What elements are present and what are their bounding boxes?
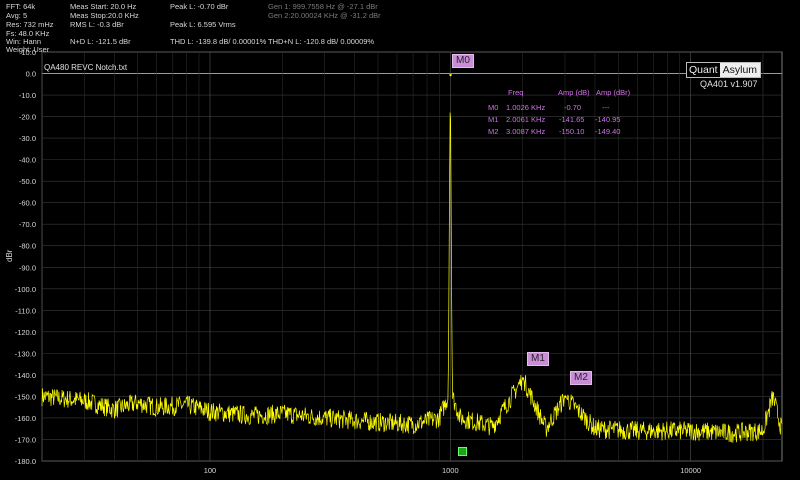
row-m1-freq: 2.0061 KHz xyxy=(506,115,546,124)
row-m1-amp-db: -141.65 xyxy=(559,115,585,124)
x-tick-label: 10000 xyxy=(680,466,701,475)
y-tick-label: -90.0 xyxy=(19,263,36,272)
marker-point-m1 xyxy=(521,377,525,380)
x-tick-label: 100 xyxy=(204,466,217,475)
y-tick-label: -170.0 xyxy=(15,435,36,444)
stat-rms-l: RMS L: -0.3 dBr xyxy=(70,20,124,29)
y-tick-label: -160.0 xyxy=(15,414,36,423)
stat-peak-l-dbr: Peak L: -0.70 dBr xyxy=(170,2,229,11)
y-tick-label: -110.0 xyxy=(15,306,36,315)
marker-tag-m0[interactable]: M0 xyxy=(452,54,474,68)
y-tick-label: -120.0 xyxy=(15,328,36,337)
stat-weight: Weight: User xyxy=(6,45,50,54)
row-m2-name: M2 xyxy=(488,127,499,136)
y-axis-ticks: 10.00.0-10.0-20.0-30.0-40.0-50.0-60.0-70… xyxy=(15,48,36,466)
row-m2-freq: 3.0087 KHz xyxy=(506,127,546,136)
stat-gen2: Gen 2:20.00024 KHz @ -31.2 dBr xyxy=(268,11,381,20)
header-amp-db: Amp (dB) xyxy=(558,88,590,97)
stat-avg: Avg: 5 xyxy=(6,11,28,20)
row-m2-amp-dbr: -149.40 xyxy=(595,127,621,136)
y-tick-label: 0.0 xyxy=(26,70,36,79)
spectrum-plot[interactable]: 10.00.0-10.0-20.0-30.0-40.0-50.0-60.0-70… xyxy=(0,0,800,480)
y-tick-label: -30.0 xyxy=(19,134,36,143)
y-tick-label: -10.0 xyxy=(19,91,36,100)
stat-peak-l-vrms: Peak L: 6.595 Vrms xyxy=(170,20,236,29)
plot-area xyxy=(41,51,783,462)
marker-tag-m1[interactable]: M1 xyxy=(527,352,549,366)
file-title: QA480 REVC Notch.txt xyxy=(44,63,128,72)
row-m0-freq: 1.0026 KHz xyxy=(506,103,546,112)
marker-point-m2 xyxy=(564,395,567,398)
stat-gen1: Gen 1: 999.7558 Hz @ -27.1 dBr xyxy=(268,2,378,11)
brand-quant: Quant xyxy=(687,63,720,77)
y-tick-label: -50.0 xyxy=(19,177,36,186)
stat-thd-l: THD L: -139.8 dB/ 0.00001% xyxy=(170,37,267,46)
y-tick-label: -180.0 xyxy=(15,457,36,466)
row-m1-amp-dbr: -140.95 xyxy=(595,115,621,124)
y-tick-label: -130.0 xyxy=(15,349,36,358)
y-tick-label: -140.0 xyxy=(15,371,36,380)
x-axis-ticks: 100 1000 10000 xyxy=(204,466,701,475)
stat-res: Res: 732 mHz xyxy=(6,20,54,29)
brand-asylum: Asylum xyxy=(719,63,761,77)
measurement-stats: FFT: 64k Avg: 5 Res: 732 mHz Fs: 48.0 KH… xyxy=(0,0,800,54)
row-m0-amp-dbr: --- xyxy=(602,103,610,112)
stat-meas-stop: Meas Stop:20.0 KHz xyxy=(70,11,139,20)
row-m1-name: M1 xyxy=(488,115,499,124)
row-m0-amp-db: -0.70 xyxy=(564,103,582,112)
y-tick-label: -100.0 xyxy=(15,285,36,294)
stat-meas-start: Meas Start: 20.0 Hz xyxy=(70,2,137,11)
x-tick-label: 1000 xyxy=(442,466,459,475)
y-tick-label: -150.0 xyxy=(15,392,36,401)
frequency-cursor-handle[interactable] xyxy=(458,447,467,456)
header-amp-dbr: Amp (dBr) xyxy=(596,88,631,97)
y-tick-label: -70.0 xyxy=(19,220,36,229)
y-tick-label: -40.0 xyxy=(19,156,36,165)
stat-nd-l: N+D L: -121.5 dBr xyxy=(70,37,131,46)
marker-tag-m2[interactable]: M2 xyxy=(570,371,592,385)
row-m2-amp-db: -150.10 xyxy=(559,127,585,136)
y-axis-label: dBr xyxy=(5,249,14,262)
version-label: QA401 v1.907 xyxy=(700,79,758,89)
y-tick-label: -60.0 xyxy=(19,199,36,208)
row-m0-name: M0 xyxy=(488,103,499,112)
stat-fft: FFT: 64k xyxy=(6,2,36,11)
y-tick-label: -20.0 xyxy=(19,113,36,122)
marker-point-m0 xyxy=(449,73,452,77)
header-freq: Freq xyxy=(508,88,524,97)
stat-thdn-l: THD+N L: -120.8 dB/ 0.00009% xyxy=(268,37,375,46)
y-tick-label: -80.0 xyxy=(19,242,36,251)
brand-logo: Quant Asylum xyxy=(686,62,762,78)
